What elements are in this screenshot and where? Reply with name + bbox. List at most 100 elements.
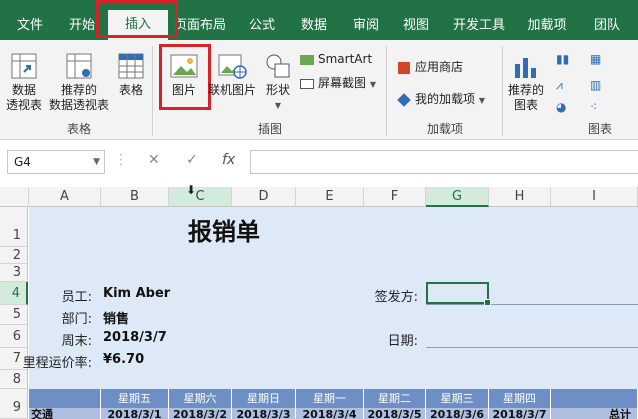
date-cell[interactable]: 2018/3/5 <box>364 408 426 419</box>
shapes-label: 形状 <box>265 83 290 97</box>
smartart-icon <box>300 54 314 65</box>
group-label-charts: 图表 <box>587 122 612 136</box>
group-divider <box>386 46 387 136</box>
column-header-g[interactable]: G <box>426 187 489 207</box>
tab-team[interactable]: 团队 <box>585 0 629 40</box>
column-select-cursor-icon: ⬇ <box>186 183 197 197</box>
hierarchy-chart-button[interactable]: ▦ <box>590 52 601 66</box>
pie-chart-button[interactable]: ◕ <box>556 100 566 114</box>
column-header-e[interactable]: E <box>296 187 364 207</box>
date-cell[interactable]: 2018/3/1 <box>101 408 169 419</box>
column-chart-button[interactable]: ▮▮ <box>556 52 569 66</box>
column-chart-icon: ▮▮ <box>556 52 570 66</box>
date-label: 日期: <box>387 334 418 349</box>
total-header[interactable]: 总计 <box>551 408 638 419</box>
tab-formulas[interactable]: 公式 <box>240 0 284 40</box>
more-dots-icon: ⋮ <box>114 152 128 168</box>
shapes-button[interactable]: 形状 ▼ <box>260 52 296 113</box>
transport-label[interactable]: 交通 <box>29 408 101 419</box>
smartart-button[interactable]: SmartArt <box>300 52 372 66</box>
day-header-blank <box>29 389 101 408</box>
line-chart-button[interactable]: ⩘ <box>556 78 563 93</box>
screenshot-label: 屏幕截图 <box>318 76 367 90</box>
enter-icon[interactable]: ✓ <box>186 152 198 168</box>
app-store-button[interactable]: 应用商店 <box>398 58 463 75</box>
group-divider <box>152 46 153 136</box>
date-cell[interactable]: 2018/3/3 <box>232 408 296 419</box>
day-header-cell[interactable]: 星期五 <box>101 389 169 408</box>
scatter-chart-button[interactable]: ⁖ <box>590 100 597 114</box>
recommended-charts-label: 推荐的 图表 <box>507 83 544 112</box>
row-header-8[interactable]: 8 <box>0 370 28 389</box>
row-header-5[interactable]: 5 <box>0 305 28 325</box>
table-button[interactable]: 表格 <box>114 52 148 98</box>
department-value[interactable]: 销售 <box>103 308 129 327</box>
column-header-a[interactable]: A <box>29 187 101 207</box>
name-box-chevron-down-icon: ▼ <box>93 157 100 167</box>
row-header-9[interactable]: 9 <box>0 389 28 419</box>
day-header-cell[interactable]: 星期一 <box>296 389 364 408</box>
date-cell[interactable]: 2018/3/6 <box>426 408 489 419</box>
date-cell[interactable]: 2018/3/4 <box>296 408 364 419</box>
insert-tab-highlight <box>96 0 178 38</box>
date-cell[interactable]: 2018/3/2 <box>169 408 232 419</box>
row-header-3[interactable]: 3 <box>0 264 28 282</box>
screenshot-button[interactable]: 屏幕截图 ▼ <box>300 74 376 91</box>
recommended-pivot-button[interactable]: 推荐的 数据透视表 <box>46 52 112 113</box>
smartart-label: SmartArt <box>318 52 373 66</box>
column-header-h[interactable]: H <box>489 187 551 207</box>
tab-addins[interactable]: 加载项 <box>522 0 572 40</box>
shapes-chevron-down-icon: ▼ <box>274 101 282 110</box>
column-header-i[interactable]: I <box>551 187 638 207</box>
my-addins-chevron-down-icon: ▼ <box>478 96 485 105</box>
tab-file[interactable]: 文件 <box>8 0 52 40</box>
recommended-pivot-icon <box>66 53 92 79</box>
day-header-cell[interactable]: 星期四 <box>489 389 551 408</box>
tab-data[interactable]: 数据 <box>292 0 336 40</box>
recommended-charts-icon <box>515 58 536 78</box>
pivot-table-icon <box>11 53 37 79</box>
row-header-1[interactable]: 1 <box>0 207 28 247</box>
statistic-chart-button[interactable]: ▥ <box>590 78 601 92</box>
cancel-icon[interactable]: ✕ <box>148 152 160 168</box>
column-header-f[interactable]: F <box>364 187 426 207</box>
tab-page-layout[interactable]: 页面布局 <box>170 0 230 40</box>
sheet-title: 报销单 <box>188 218 260 246</box>
day-header-cell[interactable]: 星期二 <box>364 389 426 408</box>
pivot-table-button[interactable]: 数据 透视表 <box>4 52 44 113</box>
row-header-6[interactable]: 6 <box>0 325 28 348</box>
row-header-2[interactable]: 2 <box>0 247 28 264</box>
name-box-value: G4 <box>14 155 31 169</box>
group-label-tables: 表格 <box>66 122 91 136</box>
statistic-chart-icon: ▥ <box>590 78 602 92</box>
employee-value[interactable]: Kim Aber <box>103 286 170 301</box>
screenshot-chevron-down-icon: ▼ <box>369 80 376 89</box>
week-ending-label: 周末: <box>61 334 92 349</box>
date-cell[interactable]: 2018/3/7 <box>489 408 551 419</box>
week-ending-value[interactable]: 2018/3/7 <box>103 330 167 345</box>
column-header-c[interactable]: C <box>169 187 232 207</box>
name-box[interactable]: G4 ▼ <box>7 150 105 174</box>
date-signature-line <box>426 347 638 348</box>
department-label: 部门: <box>61 312 92 327</box>
mileage-rate-value[interactable]: ¥6.70 <box>103 352 144 367</box>
recommended-charts-button[interactable]: 推荐的 图表 <box>506 52 546 113</box>
recommended-pivot-label: 推荐的 数据透视表 <box>48 83 109 112</box>
line-chart-icon: ⩘ <box>556 78 563 92</box>
select-all-corner[interactable] <box>0 187 29 207</box>
insert-function-icon[interactable]: fx <box>222 152 235 168</box>
tab-view[interactable]: 视图 <box>394 0 438 40</box>
tab-review[interactable]: 审阅 <box>344 0 388 40</box>
my-addins-label: 我的加载项 <box>415 92 476 106</box>
day-header-cell[interactable]: 星期三 <box>426 389 489 408</box>
day-header-cell[interactable]: 星期日 <box>232 389 296 408</box>
column-header-b[interactable]: B <box>101 187 169 207</box>
tab-developer[interactable]: 开发工具 <box>448 0 510 40</box>
row-header-4[interactable]: 4 <box>0 282 28 305</box>
selected-cell-g4[interactable] <box>426 282 491 306</box>
day-header-cell[interactable]: 星期六 <box>169 389 232 408</box>
online-picture-button[interactable]: 联机图片 <box>206 52 258 98</box>
formula-input[interactable] <box>250 150 638 174</box>
column-header-d[interactable]: D <box>232 187 296 207</box>
my-addins-button[interactable]: 我的加载项 ▼ <box>397 90 485 107</box>
